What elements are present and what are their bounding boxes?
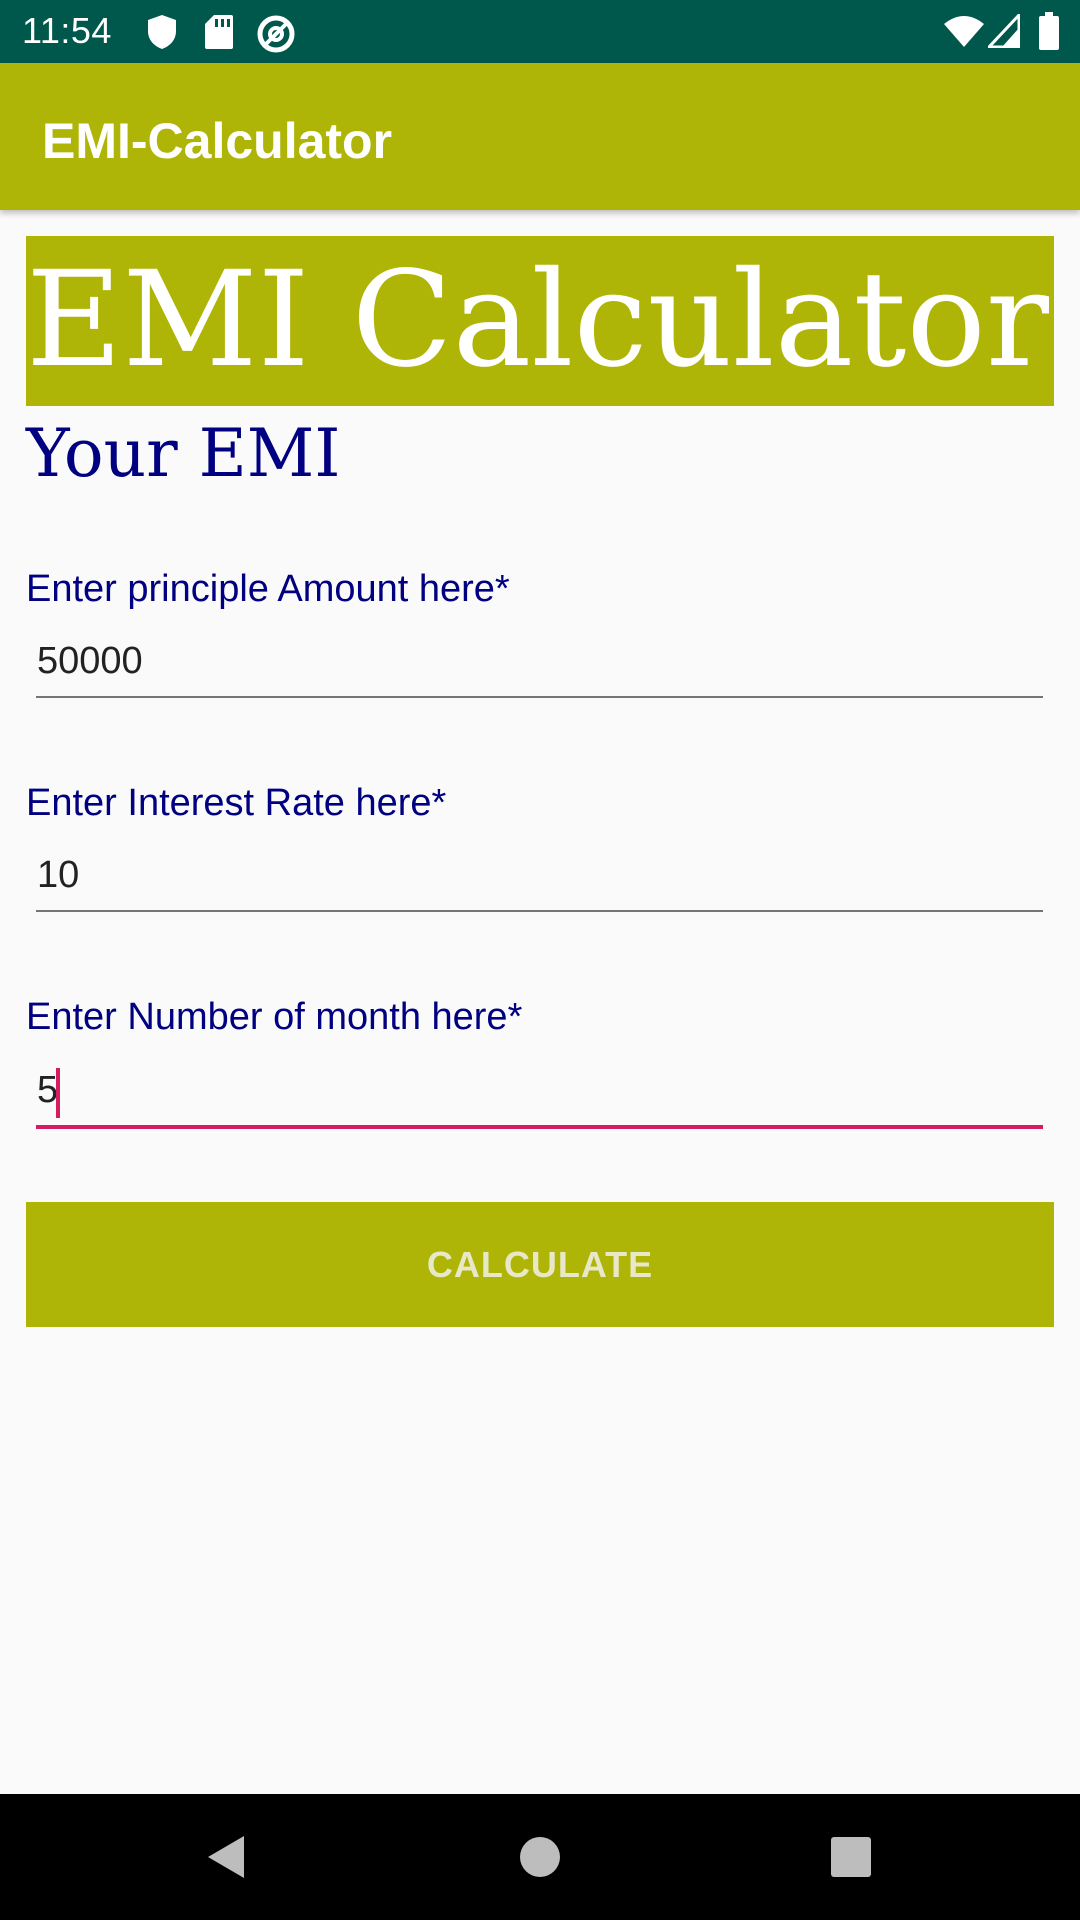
hero-banner: EMI Calculator xyxy=(26,236,1054,406)
status-time: 11:54 xyxy=(22,10,112,51)
text-cursor xyxy=(56,1068,60,1118)
signal-icon xyxy=(988,14,1020,48)
months-label: Enter Number of month here* xyxy=(26,996,523,1038)
emi-result-label: Your EMI xyxy=(26,415,341,492)
status-bar: 11:54 xyxy=(0,0,1080,63)
principal-input[interactable] xyxy=(36,634,1043,698)
hero-title: EMI Calculator xyxy=(26,243,1049,397)
sd-card-icon xyxy=(205,15,233,49)
recents-icon[interactable] xyxy=(818,1824,884,1890)
interest-rate-label: Enter Interest Rate here* xyxy=(26,782,447,824)
calculate-button[interactable]: CALCULATE xyxy=(26,1202,1054,1327)
app-bar: EMI-Calculator xyxy=(0,63,1080,210)
wifi-icon xyxy=(944,16,984,47)
back-icon[interactable] xyxy=(196,1824,262,1890)
app-title: EMI-Calculator xyxy=(42,113,393,169)
battery-icon xyxy=(1039,12,1059,50)
shield-icon xyxy=(148,15,176,49)
interest-rate-input[interactable] xyxy=(36,848,1043,912)
months-input[interactable] xyxy=(36,1063,1043,1129)
at-sign-icon xyxy=(257,15,295,53)
principal-label: Enter principle Amount here* xyxy=(26,568,510,610)
navigation-bar xyxy=(0,1794,1080,1920)
home-icon[interactable] xyxy=(507,1824,573,1890)
